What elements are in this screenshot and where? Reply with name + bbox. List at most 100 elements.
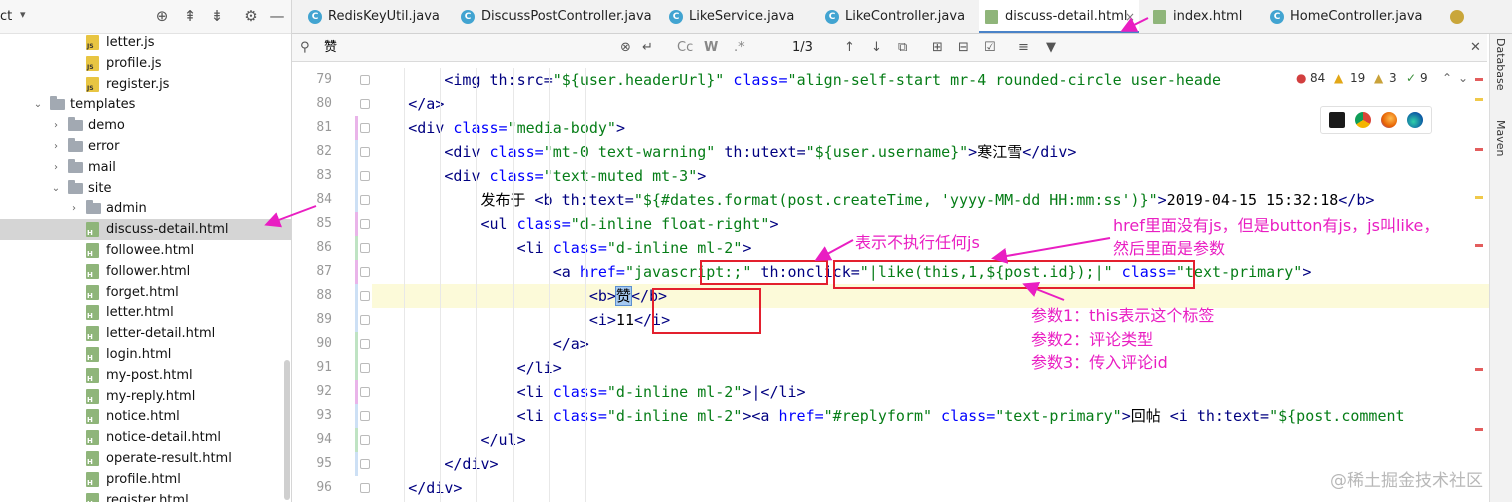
tree-item-mail[interactable]: › mail bbox=[0, 157, 291, 178]
maven-tool-button[interactable]: Maven bbox=[1494, 120, 1507, 156]
tree-item-site[interactable]: ⌄ site bbox=[0, 178, 291, 199]
select-all-icon[interactable]: ☑ bbox=[984, 39, 996, 57]
tab-homecontroller-java[interactable]: C HomeController.java bbox=[1264, 0, 1424, 33]
fold-marker[interactable] bbox=[360, 195, 370, 205]
fold-marker[interactable] bbox=[360, 339, 370, 349]
words-toggle[interactable]: W bbox=[704, 39, 718, 57]
code-line[interactable]: <li class="d-inline ml-2"><a href="#repl… bbox=[372, 404, 1405, 428]
chevron-right-icon[interactable]: › bbox=[68, 198, 80, 219]
tree-item-notice-html[interactable]: notice.html bbox=[0, 406, 291, 427]
fold-marker[interactable] bbox=[360, 459, 370, 469]
tree-item-admin[interactable]: › admin bbox=[0, 198, 291, 219]
inspection-widget[interactable]: ● 84 ▲ 19 ▲ 3 ✓ 9 ⌃ ⌄ bbox=[1296, 68, 1471, 88]
change-marker[interactable] bbox=[355, 356, 358, 380]
fold-marker[interactable] bbox=[360, 171, 370, 181]
search-icon[interactable]: ⚲ bbox=[300, 39, 310, 57]
code-line[interactable]: </li> bbox=[372, 356, 562, 380]
change-marker[interactable] bbox=[355, 140, 358, 164]
change-marker[interactable] bbox=[355, 380, 358, 404]
arrow-up-icon[interactable]: ↑ bbox=[844, 39, 855, 57]
clear-search-icon[interactable]: ⊗ bbox=[620, 39, 631, 57]
change-marker[interactable] bbox=[355, 428, 358, 452]
tree-item-demo[interactable]: › demo bbox=[0, 115, 291, 136]
collapse-all-icon[interactable]: ⇞ bbox=[181, 7, 199, 25]
code-line[interactable]: <li class="d-inline ml-2">|</li> bbox=[372, 380, 806, 404]
tree-item-error[interactable]: › error bbox=[0, 136, 291, 157]
tree-item-forget-html[interactable]: forget.html bbox=[0, 282, 291, 303]
jetbrains-browser-icon[interactable] bbox=[1329, 112, 1345, 128]
code-line[interactable]: <div class="text-muted mt-3"> bbox=[372, 164, 706, 188]
fold-marker[interactable] bbox=[360, 123, 370, 133]
fold-marker[interactable] bbox=[360, 75, 370, 85]
tree-item-login-html[interactable]: login.html bbox=[0, 344, 291, 365]
chevron-right-icon[interactable]: › bbox=[50, 157, 62, 178]
change-marker[interactable] bbox=[355, 308, 358, 332]
new-line-icon[interactable]: ↵ bbox=[642, 39, 653, 57]
tree-item-my-post-html[interactable]: my-post.html bbox=[0, 365, 291, 386]
close-icon[interactable]: ✕ bbox=[1470, 39, 1481, 57]
tree-scrollbar[interactable] bbox=[284, 360, 290, 500]
chevron-up-icon[interactable]: ⌃ bbox=[1442, 68, 1452, 88]
change-marker[interactable] bbox=[355, 116, 358, 140]
tree-item-profile-js[interactable]: profile.js bbox=[0, 53, 291, 74]
tab-likecontroller-java[interactable]: C LikeController.java bbox=[819, 0, 971, 33]
change-marker[interactable] bbox=[355, 404, 358, 428]
fold-marker[interactable] bbox=[360, 435, 370, 445]
code-line[interactable]: <ul class="d-inline float-right"> bbox=[372, 212, 778, 236]
hide-icon[interactable]: — bbox=[268, 7, 286, 25]
arrow-down-icon[interactable]: ↓ bbox=[871, 39, 882, 57]
code-line[interactable]: </div> bbox=[372, 452, 498, 476]
fold-marker[interactable] bbox=[360, 267, 370, 277]
match-case-toggle[interactable]: Cc bbox=[677, 39, 693, 57]
tree-item-follower-html[interactable]: follower.html bbox=[0, 261, 291, 282]
fold-marker[interactable] bbox=[360, 99, 370, 109]
change-marker[interactable] bbox=[355, 260, 358, 284]
tree-item-profile-html[interactable]: profile.html bbox=[0, 469, 291, 490]
chevron-down-icon[interactable]: ⌄ bbox=[32, 94, 44, 115]
crosshair-icon[interactable]: ⊕ bbox=[153, 7, 171, 25]
code-line[interactable]: <i>11</i> bbox=[372, 308, 670, 332]
chrome-icon[interactable] bbox=[1355, 112, 1371, 128]
code-line[interactable]: </a> bbox=[372, 92, 444, 116]
tree-item-notice-detail-html[interactable]: notice-detail.html bbox=[0, 427, 291, 448]
fold-marker[interactable] bbox=[360, 483, 370, 493]
code-line[interactable]: <div class="media-body"> bbox=[372, 116, 625, 140]
tree-item-followee-html[interactable]: followee.html bbox=[0, 240, 291, 261]
tab-rediskeyutil-java[interactable]: C RedisKeyUtil.java bbox=[302, 0, 447, 33]
tree-item-operate-result-html[interactable]: operate-result.html bbox=[0, 448, 291, 469]
fold-marker[interactable] bbox=[360, 363, 370, 373]
change-marker[interactable] bbox=[355, 284, 358, 308]
chevron-down-icon[interactable]: ⌄ bbox=[50, 178, 62, 199]
chevron-down-icon[interactable]: ⌄ bbox=[1458, 68, 1468, 88]
search-input[interactable]: 赞 bbox=[324, 39, 337, 57]
tab-discuss-detail-html[interactable]: discuss-detail.html × bbox=[979, 0, 1139, 33]
edge-icon[interactable] bbox=[1407, 112, 1423, 128]
tree-item-discuss-detail-html[interactable]: discuss-detail.html bbox=[0, 219, 291, 241]
firefox-icon[interactable] bbox=[1381, 112, 1397, 128]
change-marker[interactable] bbox=[355, 236, 358, 260]
fold-marker[interactable] bbox=[360, 315, 370, 325]
expand-all-icon[interactable]: ⇟ bbox=[208, 7, 226, 25]
code-line[interactable]: </div> bbox=[372, 476, 462, 500]
tree-item-letter-js[interactable]: letter.js bbox=[0, 32, 291, 53]
database-tool-button[interactable]: Database bbox=[1494, 38, 1507, 91]
code-line[interactable]: </ul> bbox=[372, 428, 525, 452]
partial-tab-icon[interactable] bbox=[1450, 10, 1464, 24]
close-icon[interactable]: × bbox=[1125, 0, 1135, 33]
change-marker[interactable] bbox=[355, 188, 358, 212]
tree-item-templates[interactable]: ⌄ templates bbox=[0, 94, 291, 115]
code-line[interactable]: <img th:src="${user.headerUrl}" class="a… bbox=[372, 68, 1221, 92]
gear-icon[interactable]: ⚙ bbox=[242, 7, 260, 25]
tab-discusspostcontroller-java[interactable]: C DiscussPostController.java bbox=[455, 0, 655, 33]
regex-toggle[interactable]: .* bbox=[734, 39, 745, 57]
tab-index-html[interactable]: index.html bbox=[1147, 0, 1257, 33]
fold-marker[interactable] bbox=[360, 411, 370, 421]
change-marker[interactable] bbox=[355, 164, 358, 188]
code-line[interactable]: 发布于 <b th:text="${#dates.format(post.cre… bbox=[372, 188, 1374, 212]
tree-item-letter-detail-html[interactable]: letter-detail.html bbox=[0, 323, 291, 344]
code-line[interactable]: <div class="mt-0 text-warning" th:utext=… bbox=[372, 140, 1076, 164]
chevron-right-icon[interactable]: › bbox=[50, 115, 62, 136]
add-selection-icon[interactable]: ⊞ bbox=[932, 39, 943, 57]
context-icon[interactable]: ≡ bbox=[1018, 39, 1029, 57]
fold-marker[interactable] bbox=[360, 291, 370, 301]
